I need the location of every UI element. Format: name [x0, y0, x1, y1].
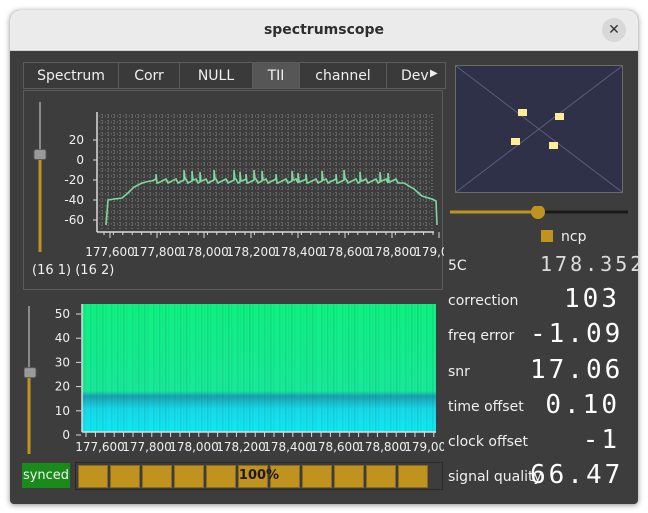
snr-display: 17.06 [530, 355, 624, 385]
spectrum-x-tick: 177,800 [132, 245, 182, 259]
waterfall-x-tick: 177,600 [75, 440, 125, 454]
waterfall-x-tick: 178,600 [310, 440, 360, 454]
spectrum-x-tick: 178,000 [179, 245, 229, 259]
synced-indicator: synced [22, 463, 70, 488]
waterfall-x-tick: 177,800 [122, 440, 172, 454]
waterfall-x-tick: 178,000 [169, 440, 219, 454]
close-icon[interactable]: ✕ [602, 18, 626, 42]
title-bar: spectrumscope ✕ [10, 10, 638, 51]
freq-error-label: freq error [448, 328, 515, 344]
spectrum-x-tick: 178,200 [226, 245, 276, 259]
time-offset-label: time offset [448, 399, 524, 415]
waterfall-slider[interactable] [24, 306, 37, 454]
waterfall-y-tick: 10 [55, 404, 70, 418]
correction-display: 103 [564, 284, 620, 314]
tab-channel[interactable]: channel [299, 62, 387, 89]
constellation-point [518, 109, 527, 116]
correction-label: correction [448, 293, 519, 309]
ncp-label: ncp [561, 229, 587, 245]
spectrum-grid [99, 114, 433, 230]
tab-tii[interactable]: TII [252, 62, 300, 89]
spectrum-x-tick: 178,800 [367, 245, 417, 259]
freq-error-display: -1.09 [530, 319, 624, 349]
waterfall-x-tick: 178,200 [216, 440, 266, 454]
waterfall-y-tick: 20 [55, 380, 70, 394]
tab-corr[interactable]: Corr [118, 62, 180, 89]
spectrum-x-tick: 178,600 [320, 245, 370, 259]
spectrum-x-tick: 178,400 [273, 245, 323, 259]
progress-bar: 100% [75, 462, 443, 490]
spectrumscope-window: spectrumscope ✕ Spectrum Corr NULL TII c… [10, 10, 638, 504]
constellation-point [555, 113, 564, 120]
spectrum-y-tick: -60 [64, 213, 84, 227]
waterfall-x-tick: 178,800 [357, 440, 407, 454]
waterfall-plot: 50 40 30 20 10 0 177,600177,800178,000178,200… [24, 304, 444, 454]
tab-bar: Spectrum Corr NULL TII channel Dev [23, 62, 446, 89]
spectrum-plot: 20 0 -20 -40 -60 177,600177,800178,000178,20… [33, 102, 444, 259]
progress-label: 100% [238, 468, 280, 483]
channel-label: 5C [448, 258, 467, 274]
frequency-display: 178.352 [540, 252, 638, 276]
spectrum-x-tick: 179,000 [414, 245, 444, 259]
signal-quality-label: signal quality [448, 469, 542, 485]
tab-spectrum[interactable]: Spectrum [23, 62, 119, 89]
signal-quality-display: 66.47 [530, 460, 624, 490]
scope-slider[interactable] [450, 206, 630, 220]
time-offset-display: 0.10 [545, 390, 620, 420]
waterfall-y-tick: 0 [62, 428, 70, 442]
ncp-checkbox[interactable]: ncp [541, 229, 586, 245]
spectrum-x-tick: 177,600 [85, 245, 135, 259]
waterfall-x-tick: 178,400 [263, 440, 313, 454]
tab-null[interactable]: NULL [179, 62, 253, 89]
waterfall-y-tick: 30 [55, 355, 70, 369]
tii-readout: (16 1) (16 2) [32, 263, 115, 278]
constellation-point [549, 142, 558, 149]
constellation-point [511, 138, 520, 145]
clock-offset-label: clock offset [448, 434, 529, 450]
waterfall-x-tick: 179,000 [404, 440, 444, 454]
spectrum-y-tick: 0 [76, 153, 84, 167]
waterfall-stripes [84, 304, 434, 432]
checkbox-icon [541, 230, 553, 242]
window-title: spectrumscope [263, 22, 385, 38]
waterfall-y-tick: 50 [55, 307, 70, 321]
ncp-scope [455, 65, 623, 193]
spectrum-y-tick: 20 [69, 133, 84, 147]
snr-label: snr [448, 364, 470, 380]
spectrum-y-tick: -20 [64, 173, 84, 187]
spectrum-slider[interactable] [33, 102, 47, 252]
waterfall-y-tick: 40 [55, 331, 70, 345]
clock-offset-display: -1 [582, 425, 620, 455]
tab-scroll-right-icon[interactable]: ▶ [430, 68, 438, 79]
spectrum-y-tick: -40 [64, 193, 84, 207]
